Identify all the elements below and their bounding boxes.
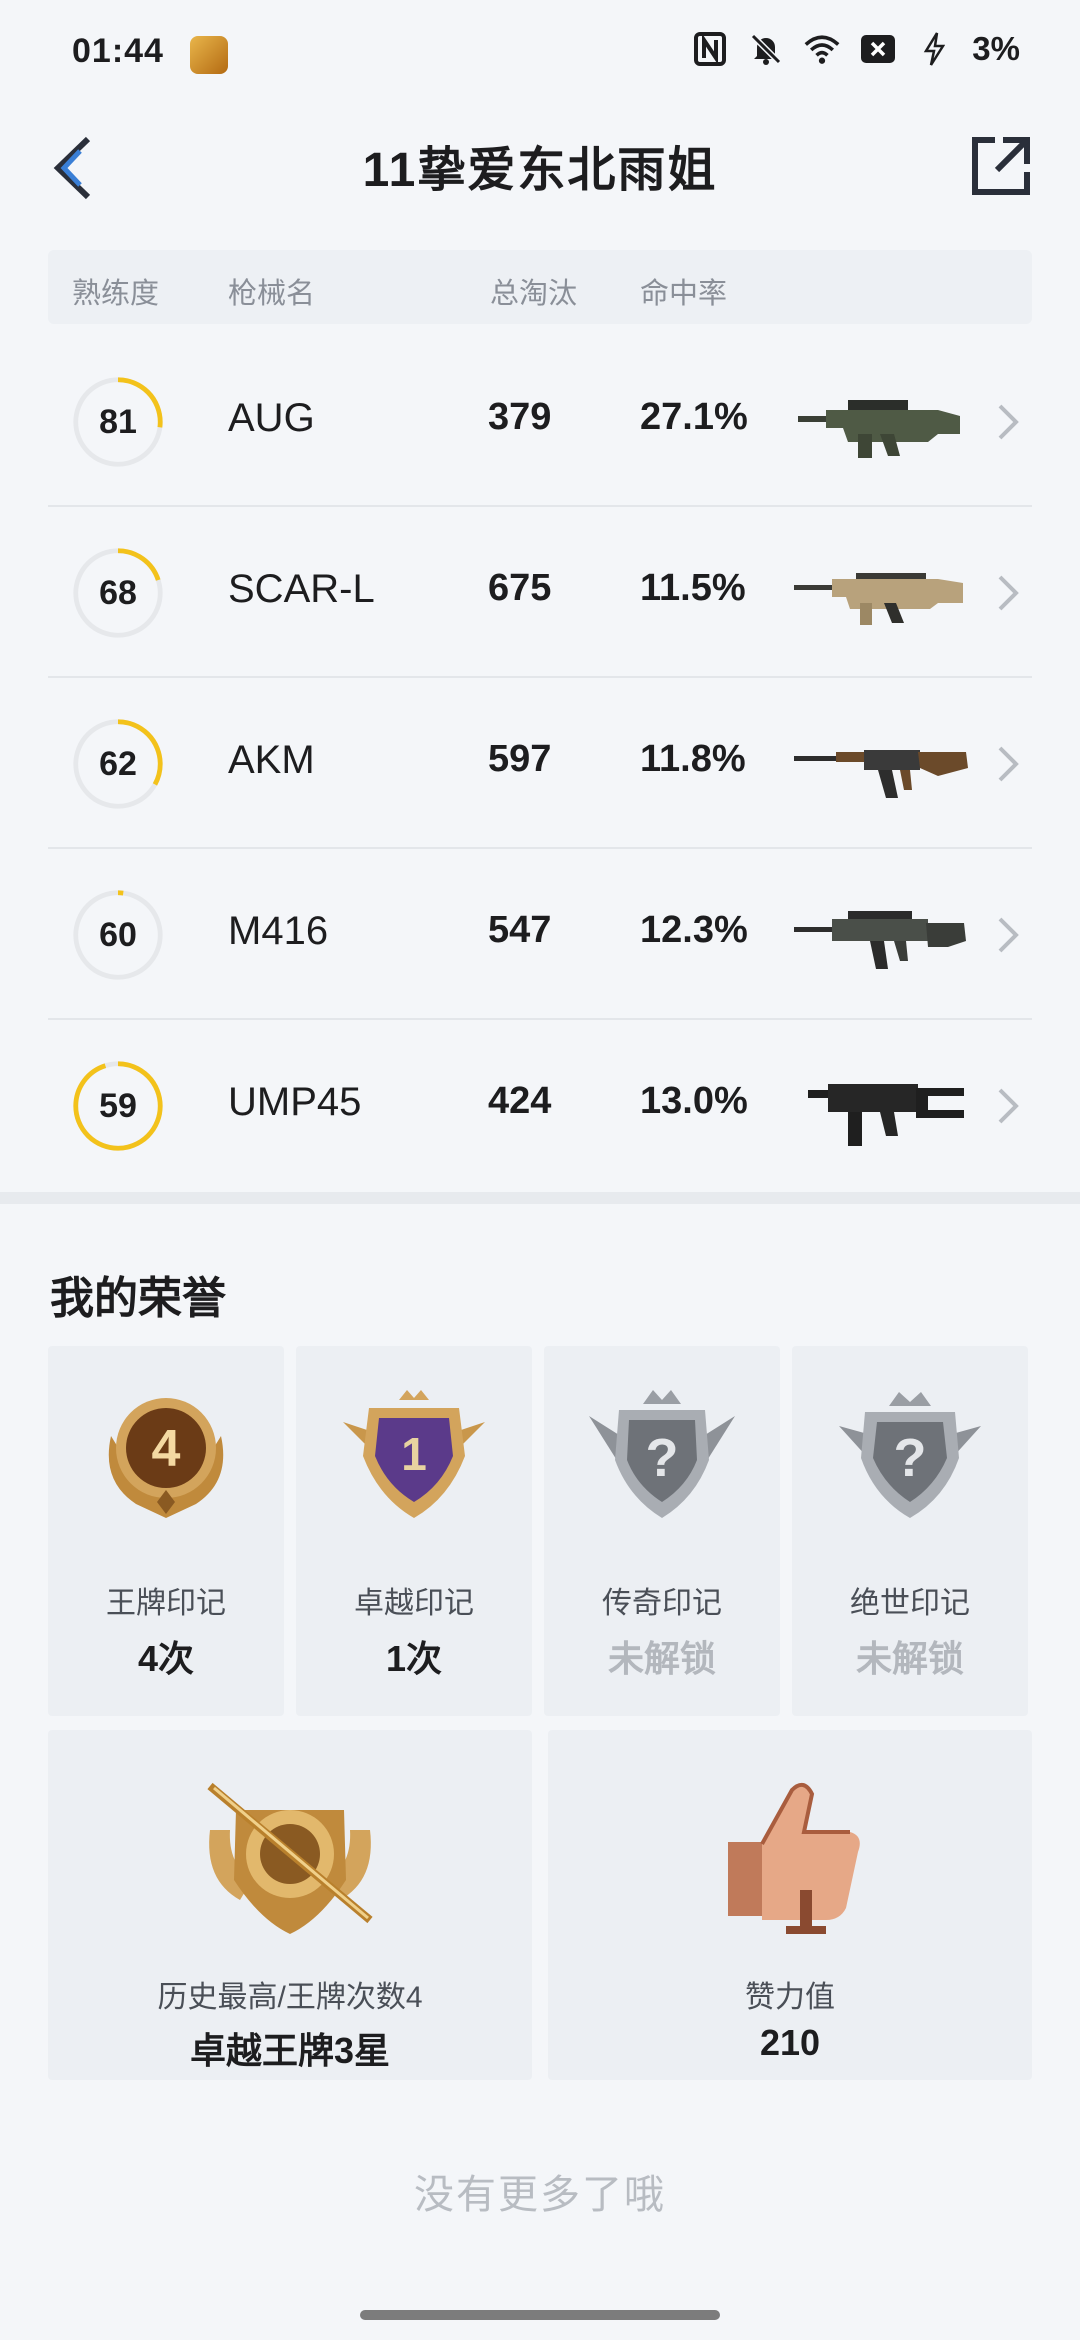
honor-card-likes[interactable]: 赞力值 210 [548, 1730, 1032, 2080]
weapon-name: M416 [228, 909, 329, 953]
badge-number: ? [894, 1428, 927, 1488]
honor-value: 未解锁 [855, 1638, 964, 1679]
mute-icon [748, 31, 784, 67]
hit-rate: 13.0% [640, 1080, 748, 1122]
weapon-table-header: 熟练度 枪械名 总淘汰 命中率 [48, 250, 1032, 324]
charging-icon [916, 31, 952, 67]
weapon-row-ump45[interactable]: 59 UMP45 424 13.0% [48, 1020, 1032, 1191]
badge-number: 1 [401, 1428, 427, 1480]
honor-value: 1次 [385, 1638, 443, 1679]
ace-emblem-icon: 4 [108, 1398, 224, 1518]
honor-label: 赞力值 [745, 1981, 835, 2014]
hit-rate: 27.1% [640, 396, 748, 438]
chevron-right-icon [998, 917, 1019, 953]
hit-rate: 11.5% [640, 567, 746, 609]
wifi-icon [804, 31, 840, 67]
proficiency-value: 59 [99, 1086, 137, 1125]
battery-level: 3% [972, 30, 1020, 67]
proficiency-value: 81 [99, 402, 137, 441]
section-divider [0, 1192, 1080, 1204]
status-icons: 3% [692, 30, 1020, 68]
honor-label: 传奇印记 [602, 1587, 722, 1620]
honor-value: 未解锁 [607, 1638, 716, 1679]
honor-card-peerless[interactable]: ? 绝世印记 未解锁 [792, 1346, 1028, 1716]
honor-value: 卓越王牌3星 [189, 2030, 391, 2071]
honor-label: 历史最高/王牌次数4 [157, 1981, 423, 2014]
honor-card-ace[interactable]: 4 王牌印记 4次 [48, 1346, 284, 1716]
weapon-row-scar-l[interactable]: 68 SCAR-L 675 11.5% [48, 507, 1032, 678]
badge-number: 4 [152, 1420, 181, 1478]
badge-number: ? [646, 1428, 679, 1488]
honor-card-highest-rank[interactable]: 历史最高/王牌次数4 卓越王牌3星 [48, 1730, 532, 2080]
rank-emblem-icon [207, 1782, 373, 1934]
status-bar: 01:44 3% [0, 0, 1080, 110]
weapon-name: AKM [228, 738, 315, 782]
col-weapon-name: 枪械名 [228, 278, 316, 310]
akm-rifle-icon [794, 750, 968, 798]
proficiency-value: 68 [99, 573, 137, 612]
total-kills: 675 [488, 567, 552, 609]
peerless-emblem-locked-icon: ? [839, 1392, 981, 1518]
proficiency-value: 60 [99, 915, 137, 954]
app-icon [190, 36, 228, 74]
col-total-kills: 总淘汰 [490, 278, 578, 310]
no-more-text: 没有更多了哦 [414, 2173, 666, 2217]
weapon-name: SCAR-L [228, 567, 375, 611]
hit-rate: 12.3% [640, 909, 748, 951]
weapon-name: AUG [228, 396, 315, 440]
honor-card-excellence[interactable]: 1 卓越印记 1次 [296, 1346, 532, 1716]
scar-l-rifle-icon [794, 573, 963, 625]
chevron-right-icon [998, 404, 1019, 440]
chevron-right-icon [998, 575, 1019, 611]
total-kills: 379 [488, 396, 552, 438]
legend-emblem-locked-icon: ? [589, 1390, 735, 1518]
status-time: 01:44 [72, 32, 164, 70]
sim-off-icon [860, 31, 896, 67]
honor-label: 王牌印记 [106, 1587, 226, 1620]
honor-value: 210 [759, 2022, 821, 2063]
honor-label: 卓越印记 [354, 1587, 474, 1620]
header: 11挚爱东北雨姐 [0, 110, 1080, 245]
ump45-smg-icon [808, 1084, 964, 1146]
aug-rifle-icon [798, 400, 960, 458]
excellence-emblem-icon: 1 [343, 1390, 485, 1518]
weapon-name: UMP45 [228, 1080, 362, 1124]
weapon-list: 81 AUG 379 27.1% 68 SCAR-L 675 11.5% 62 … [48, 336, 1032, 1191]
weapon-row-aug[interactable]: 81 AUG 379 27.1% [48, 336, 1032, 507]
weapon-row-m416[interactable]: 60 M416 547 12.3% [48, 849, 1032, 1020]
total-kills: 424 [488, 1080, 552, 1122]
weapon-row-akm[interactable]: 62 AKM 597 11.8% [48, 678, 1032, 849]
honor-label: 绝世印记 [850, 1587, 970, 1620]
share-icon [972, 137, 1030, 195]
nfc-icon [692, 31, 728, 67]
honor-value: 4次 [137, 1638, 195, 1679]
col-proficiency: 熟练度 [72, 278, 160, 310]
page-title: 11挚爱东北雨姐 [362, 144, 718, 197]
honor-card-legend[interactable]: ? 传奇印记 未解锁 [544, 1346, 780, 1716]
share-button[interactable] [966, 126, 1036, 206]
home-indicator[interactable] [360, 2310, 720, 2320]
chevron-right-icon [998, 746, 1019, 782]
m416-rifle-icon [794, 911, 966, 969]
total-kills: 547 [488, 909, 552, 951]
thumbs-up-icon [728, 1782, 860, 1934]
col-hit-rate: 命中率 [640, 278, 728, 310]
total-kills: 597 [488, 738, 552, 780]
proficiency-value: 62 [99, 744, 137, 783]
chevron-right-icon [998, 1088, 1019, 1124]
hit-rate: 11.8% [640, 738, 746, 780]
honor-section-title: 我的荣誉 [50, 1274, 226, 1323]
